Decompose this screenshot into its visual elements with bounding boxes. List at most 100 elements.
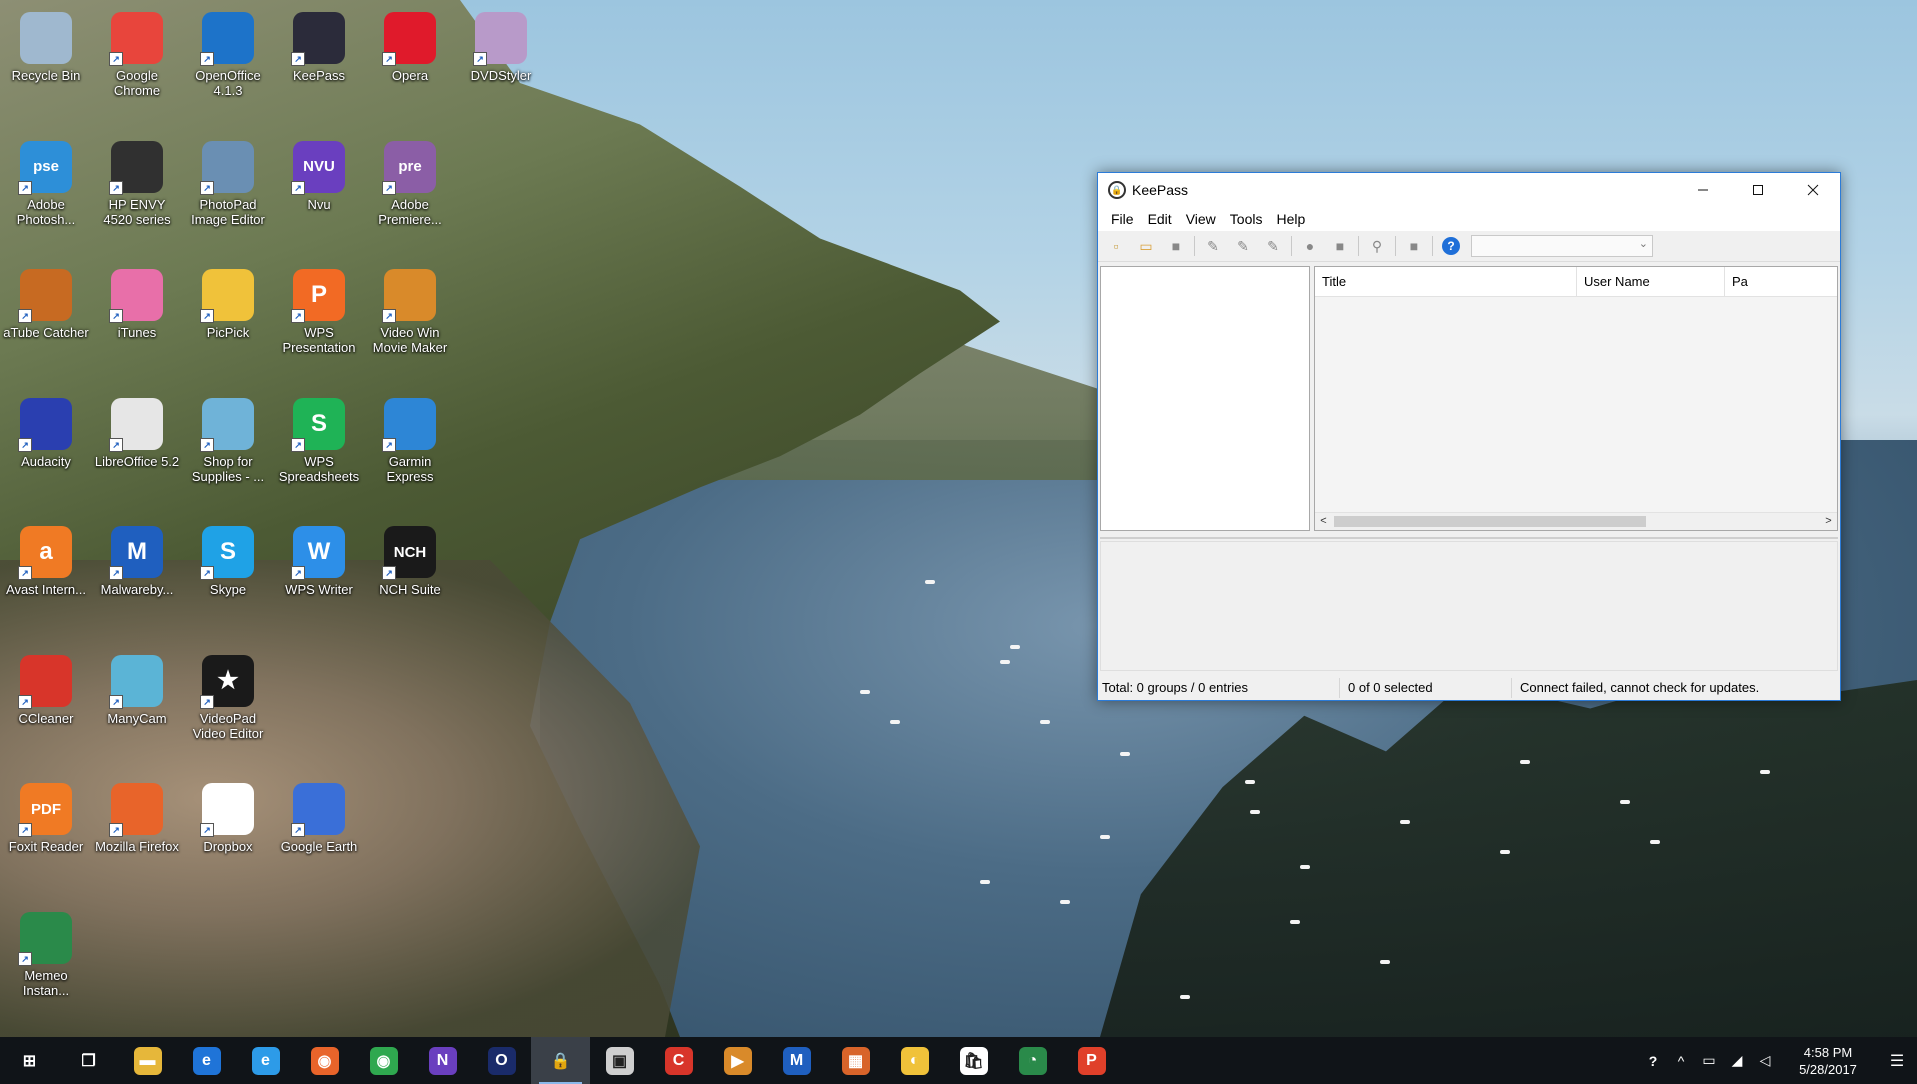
desktop-shortcut-recycle-bin[interactable]: Recycle Bin [2,6,90,83]
copy-password-button[interactable]: ■ [1328,235,1352,257]
desktop-shortcut-avast[interactable]: a ↗ Avast Intern... [2,520,90,597]
copy-username-button[interactable]: ● [1298,235,1322,257]
taskbar-file-explorer[interactable]: ▬ [118,1037,177,1084]
taskbar-memeo[interactable]: ◔ [1003,1037,1062,1084]
minimize-button[interactable] [1675,173,1730,207]
keepass-window[interactable]: 🔒 KeePass File Edit View Tools Help ▫ ▭ ■ ✎ ✎ ✎ ● ■… [1097,172,1841,701]
taskbar-nvu[interactable]: N [413,1037,472,1084]
desktop-shortcut-dropbox[interactable]: ↗ Dropbox [184,777,272,854]
taskbar-picpick[interactable]: ◐ [885,1037,944,1084]
desktop-shortcut-photoshop-elements[interactable]: pse ↗ Adobe Photosh... [2,135,90,227]
desktop-shortcut-nvu[interactable]: NVU ↗ Nvu [275,135,363,212]
taskbar-clock[interactable]: 4:58 PM 5/28/2017 [1779,1044,1877,1078]
taskbar-chrome[interactable]: ◉ [354,1037,413,1084]
desktop-shortcut-video-maker[interactable]: ↗ Video Win Movie Maker [366,263,454,355]
action-center-button[interactable]: ☰ [1877,1037,1917,1084]
group-tree-panel[interactable] [1100,266,1310,531]
taskbar-office[interactable]: ▦ [826,1037,885,1084]
desktop-shortcut-shop-supplies[interactable]: ↗ Shop for Supplies - ... [184,392,272,484]
desktop-shortcut-atube-catcher[interactable]: ↗ aTube Catcher [2,263,90,340]
desktop-shortcut-garmin[interactable]: ↗ Garmin Express [366,392,454,484]
scroll-thumb[interactable] [1334,516,1646,527]
desktop-shortcut-malwarebytes[interactable]: M ↗ Malwareby... [93,520,181,597]
taskbar-task-view[interactable]: ❐ [59,1037,118,1084]
desktop-shortcut-opera[interactable]: ↗ Opera [366,6,454,83]
desktop-shortcut-foxit-reader[interactable]: PDF ↗ Foxit Reader [2,777,90,854]
taskbar-firefox[interactable]: ◉ [295,1037,354,1084]
desktop-shortcut-openoffice[interactable]: ↗ OpenOffice 4.1.3 [184,6,272,98]
taskbar-start[interactable]: ⊞ [0,1037,59,1084]
new-database-button[interactable]: ▫ [1104,235,1128,257]
desktop-shortcut-chrome[interactable]: ↗ Google Chrome [93,6,181,98]
save-database-button[interactable]: ■ [1164,235,1188,257]
task-view-icon: ❐ [74,1046,103,1075]
desktop-shortcut-keepass[interactable]: ↗ KeePass [275,6,363,83]
desktop-shortcut-manycam[interactable]: ↗ ManyCam [93,649,181,726]
entry-list-panel[interactable]: Title User Name Pa < > [1314,266,1838,531]
desktop-shortcut-premiere-elements[interactable]: pre ↗ Adobe Premiere... [366,135,454,227]
desktop-shortcut-label: Audacity [21,453,71,469]
desktop-shortcut-picpick[interactable]: ↗ PicPick [184,263,272,340]
taskbar-video-maker[interactable]: ▶ [708,1037,767,1084]
open-database-button[interactable]: ▭ [1134,235,1158,257]
column-header-title[interactable]: Title [1315,267,1577,296]
menu-file[interactable]: File [1104,211,1141,227]
taskbar-edge[interactable]: e [177,1037,236,1084]
menu-view[interactable]: View [1179,211,1223,227]
delete-entry-button[interactable]: ✎ [1261,235,1285,257]
scroll-left-icon[interactable]: < [1315,513,1332,530]
desktop-shortcut-wps-presentation[interactable]: P ↗ WPS Presentation [275,263,363,355]
malwarebytes-icon: M ↗ [109,526,163,580]
desktop-shortcut-memeo[interactable]: ↗ Memeo Instan... [2,906,90,998]
column-header-password[interactable]: Pa [1725,267,1837,296]
desktop-shortcut-skype[interactable]: S ↗ Skype [184,520,272,597]
desktop-shortcut-libreoffice[interactable]: ↗ LibreOffice 5.2 [93,392,181,469]
edit-entry-button[interactable]: ✎ [1231,235,1255,257]
taskbar-screen[interactable]: ▣ [590,1037,649,1084]
desktop-shortcut-videopad[interactable]: ★ ↗ VideoPad Video Editor [184,649,272,741]
help-tray-icon[interactable]: ? [1639,1037,1667,1084]
shop-supplies-icon: ↗ [200,397,254,452]
desktop-shortcut-firefox[interactable]: ↗ Mozilla Firefox [93,777,181,854]
taskbar-internet-explorer[interactable]: e [236,1037,295,1084]
shortcut-arrow-icon: ↗ [18,437,32,452]
menu-tools[interactable]: Tools [1223,211,1270,227]
help-button[interactable]: ? [1439,235,1463,257]
desktop-shortcut-wps-spreadsheets[interactable]: S ↗ WPS Spreadsheets [275,392,363,484]
battery-icon[interactable]: ▭ [1695,1037,1723,1084]
add-entry-button[interactable]: ✎ [1201,235,1225,257]
wifi-icon[interactable]: ◢ [1723,1037,1751,1084]
quick-search-combo[interactable]: ⌄ [1471,235,1653,257]
desktop-shortcut-audacity[interactable]: ↗ Audacity [2,392,90,469]
desktop-shortcut-photopad[interactable]: ↗ PhotoPad Image Editor [184,135,272,227]
desktop-shortcut-wps-writer[interactable]: W ↗ WPS Writer [275,520,363,597]
keepass-titlebar[interactable]: 🔒 KeePass [1098,173,1840,207]
desktop-shortcut-ccleaner[interactable]: ↗ CCleaner [2,649,90,726]
desktop-shortcut-printer[interactable]: ↗ HP ENVY 4520 series [93,135,181,227]
scroll-right-icon[interactable]: > [1820,513,1837,530]
desktop-shortcut-google-earth[interactable]: ↗ Google Earth [275,777,363,854]
desktop-shortcut-itunes[interactable]: ↗ iTunes [93,263,181,340]
entry-details-view[interactable] [1100,541,1838,671]
volume-icon[interactable]: ◁ [1751,1037,1779,1084]
taskbar-keepass[interactable]: 🔒 [531,1037,590,1084]
find-button[interactable]: ⚲ [1365,235,1389,257]
internet-explorer-icon: e [251,1046,280,1075]
maximize-button[interactable] [1730,173,1785,207]
taskbar-wps-presentation[interactable]: P [1062,1037,1121,1084]
find-icon: ⚲ [1371,237,1383,254]
taskbar-ccleaner[interactable]: C [649,1037,708,1084]
close-button[interactable] [1785,173,1840,207]
desktop-shortcut-nch-suite[interactable]: NCH ↗ NCH Suite [366,520,454,597]
desktop-shortcut-dvdstyler[interactable]: ↗ DVDStyler [457,6,545,83]
taskbar-opera[interactable]: O [472,1037,531,1084]
taskbar-malwarebytes[interactable]: M [767,1037,826,1084]
chevron-down-icon[interactable]: ⌄ [1639,237,1648,250]
entry-list-horizontal-scrollbar[interactable]: < > [1315,512,1837,530]
menu-help[interactable]: Help [1269,211,1312,227]
column-header-username[interactable]: User Name [1577,267,1725,296]
taskbar-store[interactable]: 🛍 [944,1037,1003,1084]
lock-workspace-button[interactable]: ■ [1402,235,1426,257]
menu-edit[interactable]: Edit [1141,211,1179,227]
show-hidden-icons-icon[interactable]: ^ [1667,1037,1695,1084]
